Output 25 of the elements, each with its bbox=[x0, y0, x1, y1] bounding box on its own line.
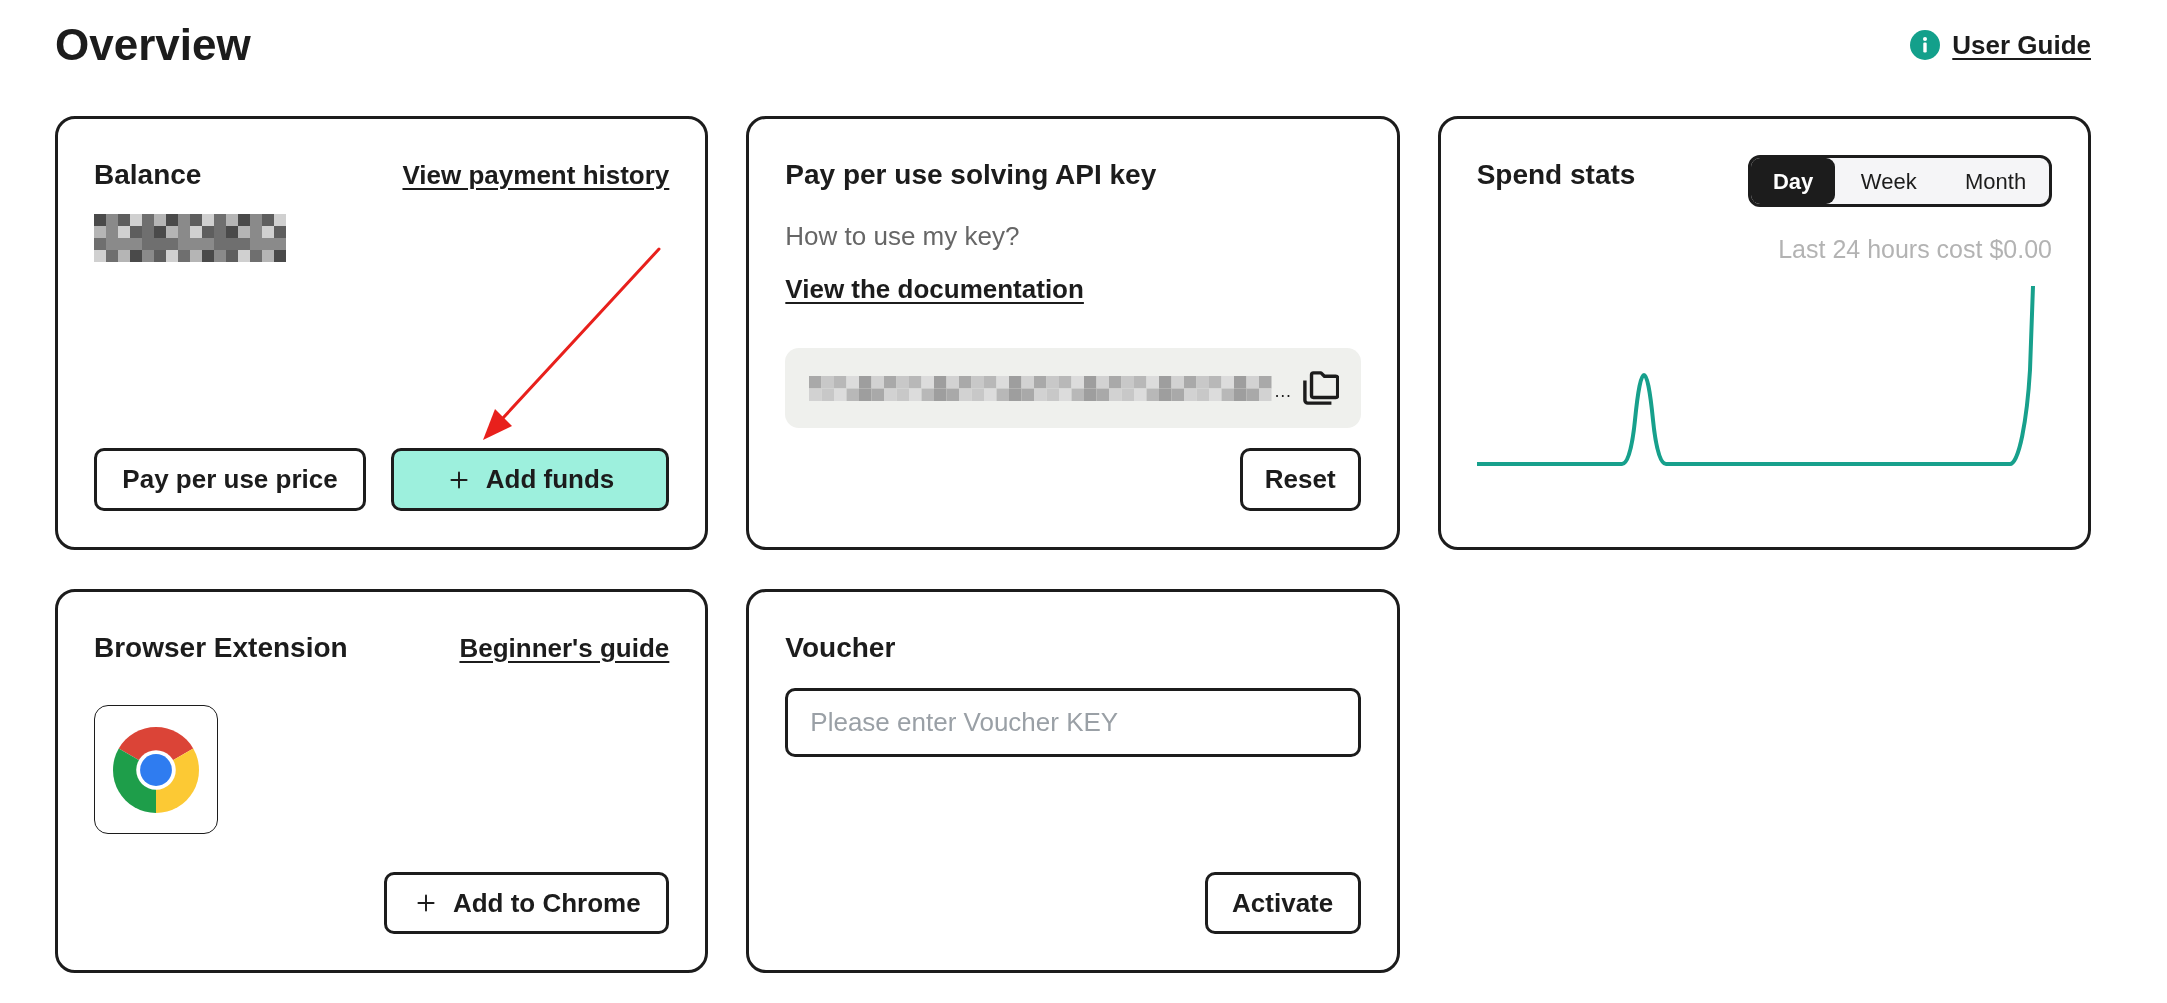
help-text: How to use my key? bbox=[785, 220, 1021, 253]
card-title: Balance bbox=[94, 158, 202, 192]
user-guide-link[interactable]: User Guide bbox=[1952, 25, 2091, 65]
add-to-chrome-button[interactable]: Add to Chrome bbox=[384, 872, 670, 934]
period-tab[interactable]: Week bbox=[1835, 158, 1943, 204]
period-tab[interactable]: Day bbox=[1751, 158, 1836, 204]
card-title: Browser Extension bbox=[94, 631, 348, 665]
reset-button[interactable]: Reset bbox=[1239, 448, 1361, 511]
card-title: Pay per use solving API key bbox=[785, 158, 1158, 192]
price-button[interactable]: Pay per use price bbox=[94, 448, 366, 511]
card-title: Voucher bbox=[785, 631, 897, 665]
voucher-input[interactable]: Please enter Voucher KEY bbox=[785, 688, 1361, 757]
payment-history-link[interactable]: View payment history bbox=[402, 155, 670, 195]
info-icon bbox=[1910, 30, 1941, 60]
period-tab[interactable]: Month bbox=[1942, 158, 2049, 204]
add-funds-button[interactable]: Add funds bbox=[391, 448, 669, 511]
truncation-ellipsis: … bbox=[1273, 380, 1292, 401]
page-title: Overview bbox=[55, 19, 251, 71]
spend-summary: Last 24 hours cost $0.00 bbox=[1778, 234, 2052, 265]
beginners-guide-link[interactable]: Beginner's guide bbox=[459, 628, 670, 668]
documentation-link[interactable]: View the documentation bbox=[785, 274, 1084, 304]
copy-icon[interactable] bbox=[1302, 370, 1339, 406]
chrome-logo-icon bbox=[94, 705, 218, 834]
activate-button[interactable]: Activate bbox=[1204, 872, 1361, 934]
card-title: Spend stats bbox=[1476, 158, 1636, 192]
